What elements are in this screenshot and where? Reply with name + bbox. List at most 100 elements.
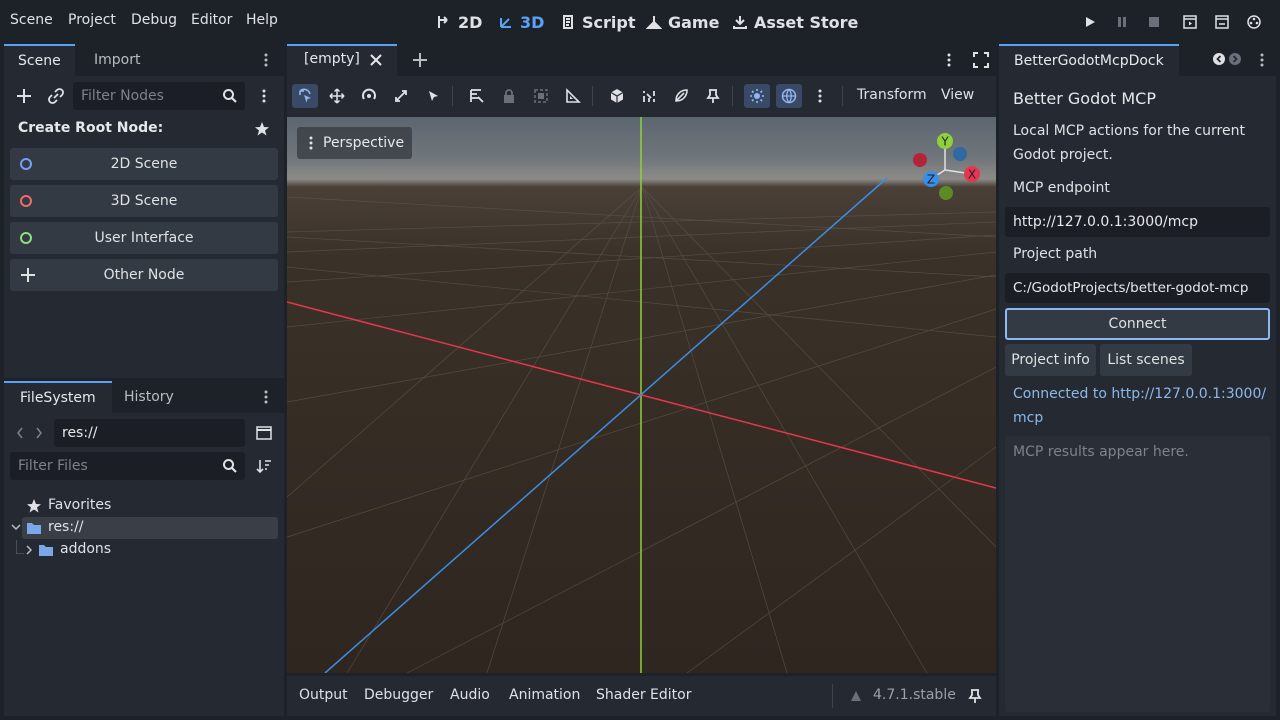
select-mode-icon xyxy=(299,88,311,103)
filter-files-input[interactable]: Filter Files xyxy=(10,452,245,480)
game-icon xyxy=(646,16,662,29)
environment-button[interactable] xyxy=(668,84,694,108)
root-3d-scene-button[interactable]: 3D Scene xyxy=(10,185,278,217)
kebab-icon xyxy=(947,53,951,67)
search-icon xyxy=(223,459,237,473)
workspace-2d-label: 2D xyxy=(458,12,483,32)
scene-tabs-menu-button[interactable] xyxy=(941,52,957,68)
workspace-2d-button[interactable]: 2D xyxy=(436,10,482,34)
new-scene-tab-button[interactable] xyxy=(412,52,428,68)
tab-import[interactable]: Import xyxy=(80,44,154,76)
play-custom-scene-button[interactable] xyxy=(1213,13,1231,31)
transform-menu[interactable]: Transform xyxy=(857,87,927,103)
rotate-mode-button[interactable] xyxy=(356,84,382,108)
sort-icon xyxy=(256,460,271,474)
list-scenes-button[interactable]: List scenes xyxy=(1100,344,1192,376)
chevron-left-icon xyxy=(17,427,23,439)
group-button[interactable] xyxy=(528,84,554,108)
menu-project[interactable]: Project xyxy=(68,12,116,28)
view-gizmo[interactable]: Y X Z xyxy=(905,130,985,210)
tree-favorites[interactable]: Favorites xyxy=(48,497,111,513)
tab-better-godot-mcp-dock[interactable]: BetterGodotMcpDock xyxy=(999,44,1179,76)
root-user-interface-label: User Interface xyxy=(94,230,194,246)
toggle-sun-button[interactable] xyxy=(744,84,770,108)
toolbar-separator xyxy=(842,86,843,106)
gizmo-x-label: X xyxy=(968,168,976,182)
list-select-button[interactable] xyxy=(420,84,446,108)
play-scene-button[interactable] xyxy=(1181,13,1199,31)
scene-dock-menu-button[interactable] xyxy=(258,52,274,68)
movie-maker-button[interactable] xyxy=(1245,13,1263,31)
menu-debug[interactable]: Debug xyxy=(131,12,177,28)
endpoint-label: MCP endpoint xyxy=(1013,180,1110,196)
tab-filesystem[interactable]: FileSystem xyxy=(4,381,112,413)
filesystem-menu-button[interactable] xyxy=(258,389,274,405)
scale-mode-button[interactable] xyxy=(388,84,414,108)
bottom-tab-shader-editor[interactable]: Shader Editor xyxy=(596,687,691,703)
tab-scene[interactable]: Scene xyxy=(4,44,75,76)
tree-addons[interactable]: addons xyxy=(60,541,111,557)
select-mode-button[interactable] xyxy=(292,84,318,108)
root-user-interface-button[interactable]: User Interface xyxy=(10,222,278,254)
toggle-split-mode-button[interactable] xyxy=(256,425,272,441)
tree-collapse-root[interactable] xyxy=(11,522,21,532)
move-mode-button[interactable] xyxy=(324,84,350,108)
menu-scene[interactable]: Scene xyxy=(10,12,53,28)
workspace-script-button[interactable]: Script xyxy=(560,10,635,34)
update-spinner-icon xyxy=(851,691,861,701)
bottom-tab-debugger[interactable]: Debugger xyxy=(364,687,433,703)
pause-button[interactable] xyxy=(1113,13,1131,31)
add-node-button[interactable] xyxy=(16,88,32,104)
sort-files-button[interactable] xyxy=(256,458,272,474)
root-2d-scene-button[interactable]: 2D Scene xyxy=(10,148,278,180)
perspective-menu-button[interactable]: Perspective xyxy=(297,127,412,159)
mcp-dock-menu-button[interactable] xyxy=(1254,52,1270,68)
filter-nodes-input[interactable]: Filter Nodes xyxy=(73,82,245,110)
play-button[interactable] xyxy=(1081,13,1099,31)
3d-viewport[interactable] xyxy=(287,117,996,673)
lock-button[interactable] xyxy=(496,84,522,108)
favorites-star-button[interactable] xyxy=(254,121,270,137)
project-info-button[interactable]: Project info xyxy=(1005,344,1096,376)
workspace-3d-button[interactable]: 3D xyxy=(498,10,544,34)
use-snap-button[interactable] xyxy=(636,84,662,108)
nav-back-button[interactable] xyxy=(15,425,25,441)
results-textarea[interactable]: MCP results appear here. xyxy=(1005,436,1270,712)
scale-icon xyxy=(395,90,407,102)
stop-button[interactable] xyxy=(1145,13,1163,31)
distraction-free-button[interactable] xyxy=(973,52,989,68)
root-other-node-label: Other Node xyxy=(103,267,185,283)
project-path-input[interactable]: C:/GodotProjects/better-godot-mcp xyxy=(1005,273,1270,303)
close-scene-tab-button[interactable] xyxy=(369,53,383,67)
connect-button[interactable]: Connect xyxy=(1005,308,1270,340)
dock-prev-button[interactable] xyxy=(1212,52,1226,66)
folder-icon xyxy=(39,545,53,556)
ruler-mode-button[interactable] xyxy=(464,84,490,108)
use-local-space-button[interactable] xyxy=(604,84,630,108)
environment-options-button[interactable] xyxy=(812,88,828,104)
bottom-tab-audio[interactable]: Audio xyxy=(450,687,490,703)
nav-forward-button[interactable] xyxy=(34,425,44,441)
pin-bottom-panel-button[interactable] xyxy=(968,688,982,704)
instantiate-scene-button[interactable] xyxy=(48,88,64,104)
root-other-node-button[interactable]: Other Node xyxy=(10,259,278,291)
menu-editor[interactable]: Editor xyxy=(191,12,232,28)
path-value: res:// xyxy=(62,425,98,441)
pin-button[interactable] xyxy=(700,84,726,108)
toggle-environment-button[interactable] xyxy=(776,84,802,108)
dock-next-button[interactable] xyxy=(1228,52,1242,66)
path-input[interactable]: res:// xyxy=(54,419,245,447)
workspace-asset-store-button[interactable]: Asset Store xyxy=(732,10,858,34)
tab-history[interactable]: History xyxy=(110,381,188,413)
bottom-tab-animation[interactable]: Animation xyxy=(509,687,580,703)
tree-expand-addons[interactable] xyxy=(24,545,34,555)
workspace-game-button[interactable]: Game xyxy=(646,10,719,34)
bottom-tab-output[interactable]: Output xyxy=(299,687,348,703)
scene-options-button[interactable] xyxy=(256,88,272,104)
snap-icon xyxy=(643,91,655,102)
endpoint-input[interactable]: http://127.0.0.1:3000/mcp xyxy=(1005,207,1270,237)
menu-help[interactable]: Help xyxy=(246,12,278,28)
rotate-icon xyxy=(362,88,376,100)
measure-button[interactable] xyxy=(560,84,586,108)
view-menu[interactable]: View xyxy=(941,87,974,103)
